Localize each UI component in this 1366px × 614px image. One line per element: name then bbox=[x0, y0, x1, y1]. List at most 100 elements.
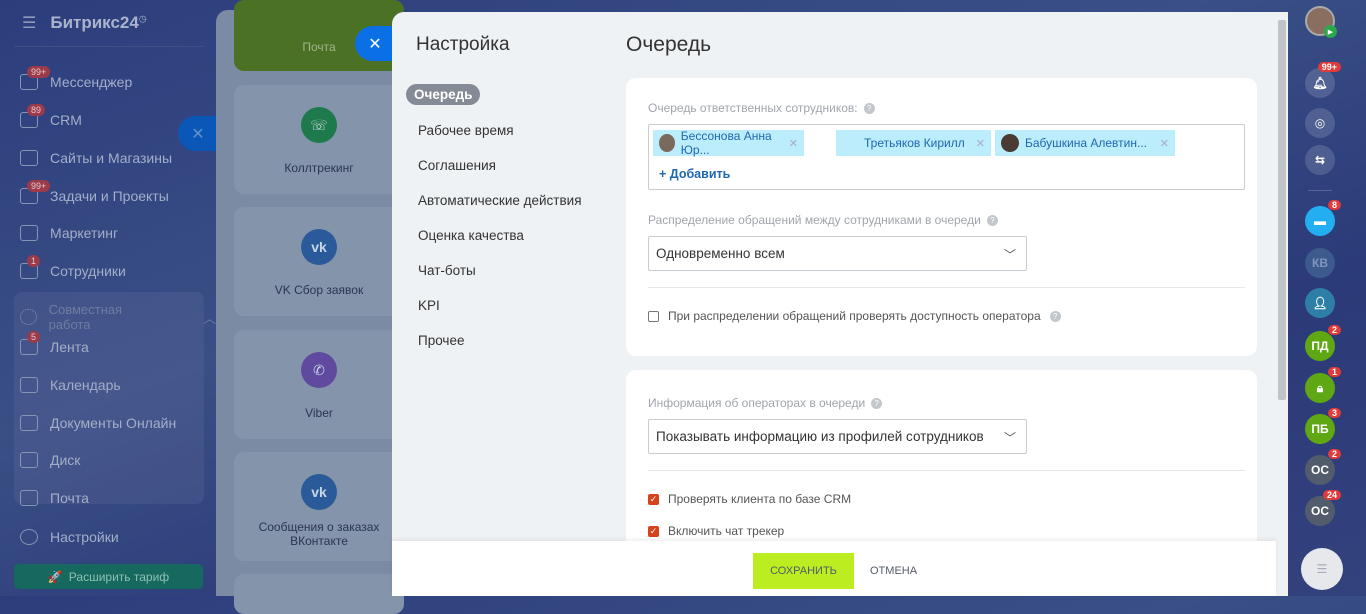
crm-icon: 89 bbox=[20, 104, 46, 128]
avatar bbox=[659, 134, 675, 152]
add-employee-link[interactable]: + Добавить bbox=[659, 167, 730, 181]
menu-list-button[interactable]: ☰ bbox=[1301, 548, 1343, 590]
rocket-icon: 🚀 bbox=[47, 569, 63, 584]
checkbox[interactable] bbox=[648, 310, 659, 322]
nav-mail[interactable]: Почта bbox=[20, 490, 89, 506]
check-crm[interactable]: ✓ Проверять клиента по базе CRM bbox=[648, 492, 851, 506]
operators-info-select[interactable]: Показывать информацию из профилей сотруд… bbox=[648, 419, 1027, 454]
upgrade-plan-button[interactable]: 🚀 Расширить тариф bbox=[14, 564, 203, 589]
chat-pb[interactable]: ПБ 3 bbox=[1305, 408, 1341, 444]
nav-tasks[interactable]: 99+ Задачи и Проекты bbox=[20, 180, 169, 204]
checkbox-checked[interactable]: ✓ bbox=[648, 525, 659, 537]
disk-icon bbox=[20, 452, 38, 468]
viber-icon: ✆ bbox=[301, 352, 337, 388]
avatar bbox=[1001, 134, 1019, 152]
tasks-icon: 99+ bbox=[20, 180, 51, 204]
exchange-button[interactable]: ⇆ bbox=[1305, 145, 1335, 175]
nav-settings[interactable]: Настройки bbox=[20, 529, 119, 545]
help-icon[interactable]: ? bbox=[863, 102, 875, 114]
tile-more[interactable] bbox=[234, 574, 404, 614]
tile-vk-orders[interactable]: vk Сообщения о заказах ВКонтакте bbox=[234, 452, 404, 561]
menu-automatic-actions[interactable]: Автоматические действия bbox=[418, 193, 582, 208]
play-icon: ▶ bbox=[1324, 25, 1337, 38]
employee-tag[interactable]: Бабушкина Алевтин... ✕ bbox=[995, 130, 1175, 156]
collab-icon bbox=[20, 309, 37, 325]
bell-icon: 🔔︎ bbox=[1312, 76, 1328, 90]
chat-locked[interactable]: 🔒︎ 1 bbox=[1305, 367, 1341, 403]
queue-card: Очередь ответственных сотрудников:? Бесс… bbox=[626, 78, 1257, 356]
nav-feed[interactable]: 5 Лента bbox=[20, 331, 89, 355]
menu-agreements[interactable]: Соглашения bbox=[418, 158, 496, 173]
right-bar: ▶ 🔔︎ 99+ ◎ ⇆ ▬ 8 КВ 👤︎ ПД 2 🔒︎ 1 ПБ 3 ОС 2 ОС 2… bbox=[1290, 0, 1366, 596]
notifications-button[interactable]: 🔔︎ 99+ bbox=[1305, 62, 1341, 98]
menu-working-hours[interactable]: Рабочее время bbox=[418, 123, 514, 138]
divider bbox=[1308, 190, 1332, 191]
settings-slider: Настройка Очередь Рабочее время Соглашен… bbox=[392, 12, 1288, 596]
help-icon[interactable]: ? bbox=[871, 397, 883, 409]
nav-group-collaboration[interactable]: Совместная работа ︿ bbox=[20, 302, 216, 332]
nav-sites[interactable]: Сайты и Магазины bbox=[20, 150, 172, 166]
nav-documents[interactable]: Документы Онлайн bbox=[20, 415, 176, 431]
vk-bag-icon: vk bbox=[301, 474, 337, 510]
save-button[interactable]: СОХРАНИТЬ bbox=[753, 553, 854, 589]
chat-tracker[interactable]: ✓ Включить чат трекер bbox=[648, 524, 784, 538]
tile-viber[interactable]: ✆ Viber bbox=[234, 330, 404, 439]
pulse-icon: ◎ bbox=[1314, 116, 1326, 130]
target-icon bbox=[20, 225, 38, 241]
pulse-button[interactable]: ◎ bbox=[1305, 108, 1335, 138]
menu-kpi[interactable]: KPI bbox=[418, 298, 440, 313]
open-lines-button[interactable]: ▬ 8 bbox=[1305, 200, 1341, 236]
chat-kv[interactable]: КВ bbox=[1305, 248, 1335, 278]
menu-chatbots[interactable]: Чат-боты bbox=[418, 263, 476, 278]
chat-os[interactable]: ОС 2 bbox=[1305, 449, 1341, 485]
tile-calltracking[interactable]: ☏ Коллтрекинг bbox=[234, 85, 404, 194]
mail-icon bbox=[20, 490, 38, 506]
page-title: Очередь bbox=[626, 33, 712, 56]
chat-icon: 99+ bbox=[20, 66, 51, 90]
employee-tag[interactable]: Третьяков Кирилл ✕ bbox=[836, 130, 991, 156]
remove-icon[interactable]: ✕ bbox=[1160, 137, 1169, 150]
close-slider-button[interactable]: ✕ bbox=[355, 26, 395, 61]
gear-icon bbox=[20, 529, 38, 545]
divider bbox=[648, 287, 1245, 288]
logo[interactable]: ☰ Битрикс24◷ bbox=[22, 13, 147, 33]
feed-icon: 5 bbox=[20, 331, 41, 355]
nav-crm[interactable]: 89 CRM bbox=[20, 104, 82, 128]
list-icon: ☰ bbox=[1316, 562, 1328, 576]
queue-label: Очередь ответственных сотрудников:? bbox=[648, 101, 875, 115]
exchange-icon: ⇆ bbox=[1314, 153, 1326, 167]
cancel-button[interactable]: ОТМЕНА bbox=[870, 565, 917, 577]
chat-icon: ▬ bbox=[1314, 214, 1326, 228]
check-availability[interactable]: При распределении обращений проверять до… bbox=[648, 309, 1061, 323]
chat-pd[interactable]: ПД 2 bbox=[1305, 325, 1341, 361]
nav-disk[interactable]: Диск bbox=[20, 452, 80, 468]
connectors-panel: Почта ☏ Коллтрекинг vk VK Сбор заявок ✆ Vib… bbox=[216, 0, 404, 614]
chat-os-2[interactable]: ОС 24 bbox=[1305, 490, 1341, 526]
clock-icon: ◷ bbox=[138, 13, 147, 24]
help-icon[interactable]: ? bbox=[986, 214, 998, 226]
chat-user-clock[interactable]: 👤︎ bbox=[1305, 288, 1335, 318]
nav-messenger[interactable]: 99+ Мессенджер bbox=[20, 66, 132, 90]
distribution-select[interactable]: Одновременно всем ﹀ bbox=[648, 236, 1027, 271]
menu-queue[interactable]: Очередь bbox=[406, 84, 481, 105]
menu-other[interactable]: Прочее bbox=[418, 333, 464, 348]
nav-employees[interactable]: 1 Сотрудники bbox=[20, 255, 126, 279]
menu-quality-rating[interactable]: Оценка качества bbox=[418, 228, 524, 243]
scrollbar[interactable] bbox=[1278, 20, 1286, 400]
employee-selector[interactable]: Бессонова Анна Юр... ✕ Третьяков Кирилл ✕ … bbox=[648, 124, 1245, 190]
remove-icon[interactable]: ✕ bbox=[789, 137, 798, 150]
lock-icon: 🔒︎ bbox=[1316, 380, 1324, 395]
close-button-back[interactable]: ✕ bbox=[178, 116, 218, 151]
nav-calendar[interactable]: Календарь bbox=[20, 377, 121, 393]
employee-tag[interactable]: Бессонова Анна Юр... ✕ bbox=[653, 129, 804, 157]
menu-icon[interactable]: ☰ bbox=[22, 13, 36, 33]
help-icon[interactable]: ? bbox=[1049, 310, 1061, 322]
remove-icon[interactable]: ✕ bbox=[976, 137, 985, 150]
checkbox-checked[interactable]: ✓ bbox=[648, 493, 659, 505]
nav-marketing[interactable]: Маркетинг bbox=[20, 225, 118, 241]
user-avatar[interactable]: ▶ bbox=[1305, 6, 1337, 38]
divider bbox=[648, 470, 1245, 471]
tile-vk-leads[interactable]: vk VK Сбор заявок bbox=[234, 207, 404, 316]
id-card-icon: 1 bbox=[20, 255, 41, 279]
document-icon bbox=[20, 415, 38, 431]
